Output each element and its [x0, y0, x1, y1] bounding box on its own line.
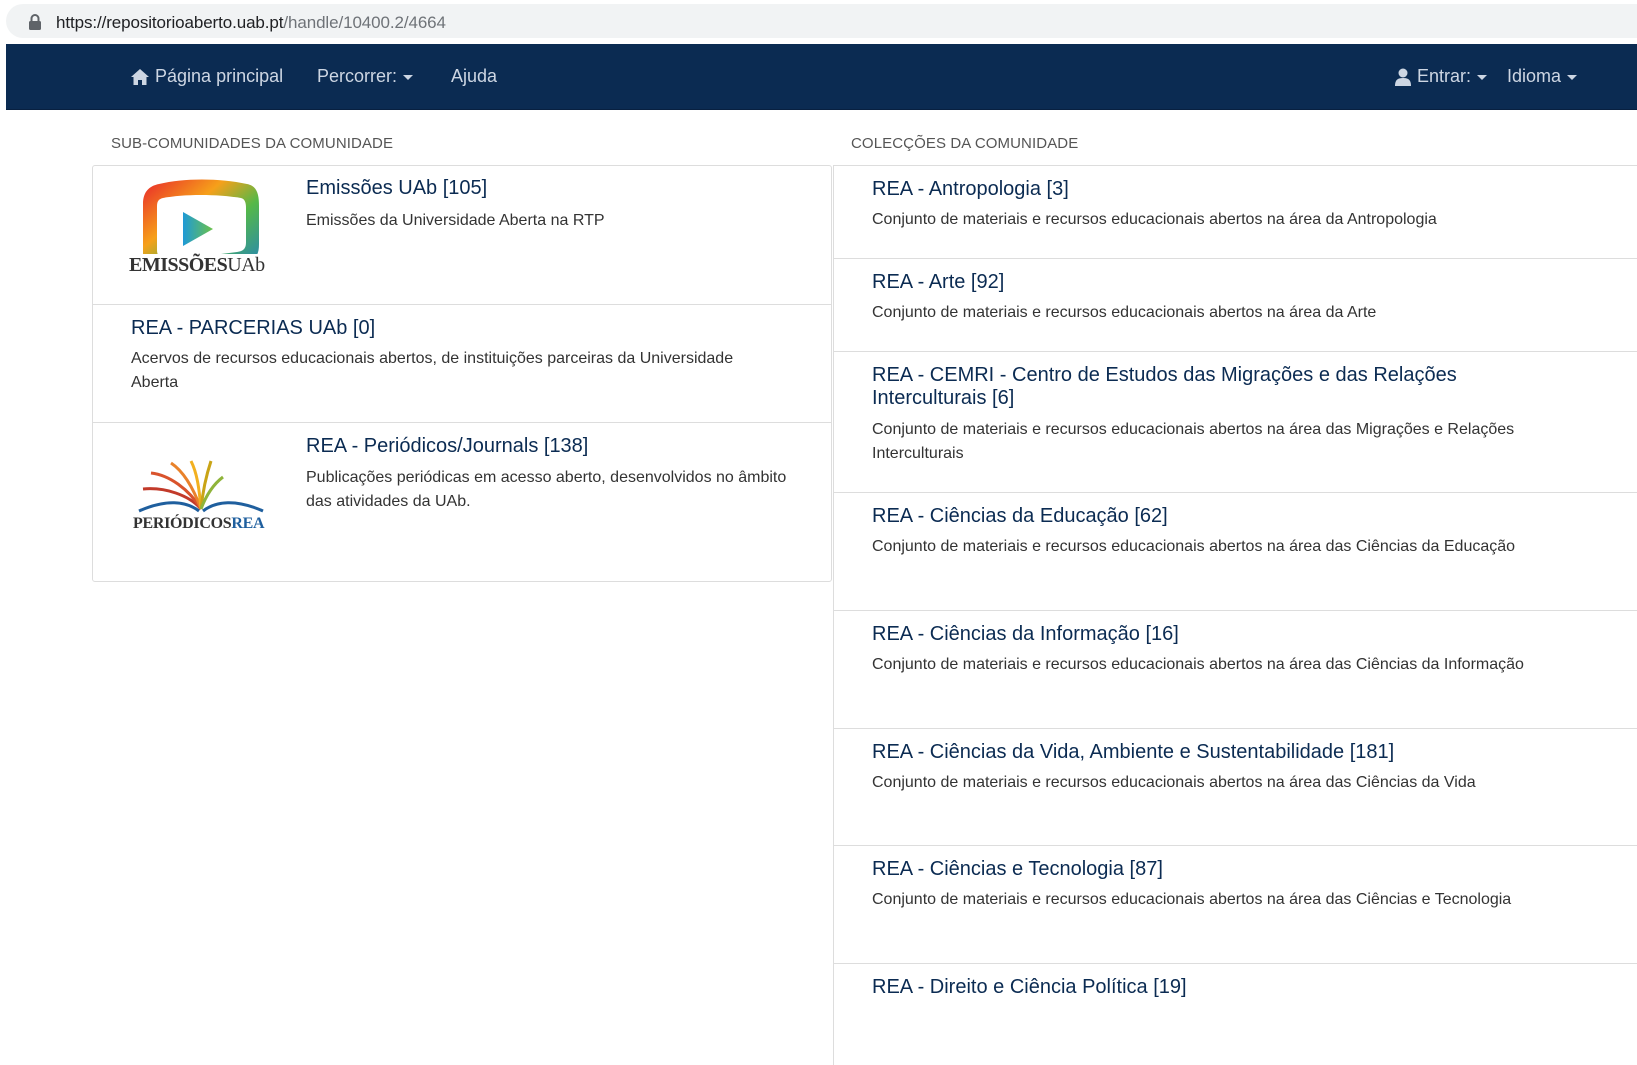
list-item: REA - PARCERIAS UAb [0] Acervos de recur… [93, 305, 831, 423]
collection-title[interactable]: REA - Ciências da Educação [62] [872, 505, 1532, 528]
url-host: https://repositorioaberto.uab.pt [56, 13, 284, 32]
list-item: REA - Ciências da Informação [16] Conjun… [834, 611, 1637, 729]
collection-desc: Conjunto de materiais e recursos educaci… [872, 421, 1515, 462]
collection-title[interactable]: REA - CEMRI - Centro de Estudos das Migr… [872, 364, 1532, 410]
logo-text-b: REA [231, 515, 265, 532]
home-icon [130, 66, 155, 86]
list-item: PERIÓDICOSREA REA - Periódicos/Journals … [93, 423, 831, 581]
caret-down-icon [1567, 74, 1578, 80]
emissoes-uab-logo[interactable]: EMISSÕESUAb [129, 176, 271, 294]
list-item: REA - Ciências e Tecnologia [87] Conjunt… [834, 846, 1637, 964]
collection-desc: Conjunto de materiais e recursos educaci… [872, 304, 1377, 321]
nav-language-dropdown[interactable]: Idioma [1507, 44, 1578, 109]
nav-browse-label: Percorrer: [317, 66, 398, 86]
nav-help-label: Ajuda [451, 66, 498, 86]
url-field[interactable]: https://repositorioaberto.uab.pt/handle/… [6, 4, 1637, 38]
collections-heading: COLECÇÕES DA COMUNIDADE [851, 135, 1079, 152]
subcommunities-list: EMISSÕESUAb Emissões UAb [105] Emissões … [92, 165, 832, 582]
url-text: https://repositorioaberto.uab.pt/handle/… [56, 13, 446, 33]
collections-list: REA - Antropologia [3] Conjunto de mater… [833, 165, 1637, 1065]
nav-language-label: Idioma [1507, 66, 1562, 86]
nav-home-label: Página principal [155, 66, 284, 86]
caret-down-icon [403, 74, 414, 80]
subcommunity-title[interactable]: REA - PARCERIAS UAb [0] [131, 317, 375, 340]
lock-icon [28, 14, 42, 30]
subcommunity-desc: Publicações periódicas em acesso aberto,… [306, 469, 787, 510]
user-icon [1394, 66, 1417, 87]
list-item: REA - Ciências da Educação [62] Conjunto… [834, 493, 1637, 611]
collection-desc: Conjunto de materiais e recursos educaci… [872, 774, 1476, 791]
subcommunity-title[interactable]: Emissões UAb [105] [306, 177, 487, 200]
nav-login-dropdown[interactable]: Entrar: [1394, 44, 1488, 109]
list-item: REA - Direito e Ciência Política [19] [834, 964, 1637, 1064]
nav-login-label: Entrar: [1417, 66, 1472, 86]
nav-help[interactable]: Ajuda [451, 44, 497, 109]
collection-desc: Conjunto de materiais e recursos educaci… [872, 656, 1524, 673]
collection-title[interactable]: REA - Ciências da Informação [16] [872, 623, 1532, 646]
url-path: /handle/10400.2/4664 [283, 13, 446, 32]
logo-text-a: EMISSÕES [129, 254, 228, 276]
list-item: EMISSÕESUAb Emissões UAb [105] Emissões … [93, 166, 831, 305]
logo-text-b: UAb [227, 254, 265, 276]
periodicos-rea-logo[interactable]: PERIÓDICOSREA [131, 459, 271, 539]
collection-desc: Conjunto de materiais e recursos educaci… [872, 538, 1516, 555]
collection-desc: Conjunto de materiais e recursos educaci… [872, 211, 1437, 228]
collection-title[interactable]: REA - Ciências da Vida, Ambiente e Suste… [872, 741, 1532, 764]
collection-title[interactable]: REA - Direito e Ciência Política [19] [872, 976, 1532, 999]
list-item: REA - CEMRI - Centro de Estudos das Migr… [834, 352, 1637, 493]
logo-text-a: PERIÓDICOS [133, 515, 232, 532]
browser-address-bar: https://repositorioaberto.uab.pt/handle/… [0, 0, 1637, 44]
collection-title[interactable]: REA - Ciências e Tecnologia [87] [872, 858, 1532, 881]
collection-title[interactable]: REA - Arte [92] [872, 271, 1532, 294]
subcommunity-title[interactable]: REA - Periódicos/Journals [138] [306, 435, 588, 458]
subcommunities-heading: SUB-COMUNIDADES DA COMUNIDADE [111, 135, 394, 152]
collection-title[interactable]: REA - Antropologia [3] [872, 178, 1532, 201]
list-item: REA - Arte [92] Conjunto de materiais e … [834, 259, 1637, 352]
caret-down-icon [1477, 74, 1488, 80]
list-item: REA - Antropologia [3] Conjunto de mater… [834, 166, 1637, 259]
subcommunity-desc: Emissões da Universidade Aberta na RTP [306, 212, 605, 229]
nav-home[interactable]: Página principal [130, 44, 283, 109]
nav-browse-dropdown[interactable]: Percorrer: [317, 44, 414, 109]
collection-desc: Conjunto de materiais e recursos educaci… [872, 891, 1512, 908]
navbar: Página principal Percorrer: Ajuda Entrar… [6, 44, 1637, 110]
list-item: REA - Ciências da Vida, Ambiente e Suste… [834, 729, 1637, 846]
subcommunity-desc: Acervos de recursos educacionais abertos… [131, 350, 734, 391]
